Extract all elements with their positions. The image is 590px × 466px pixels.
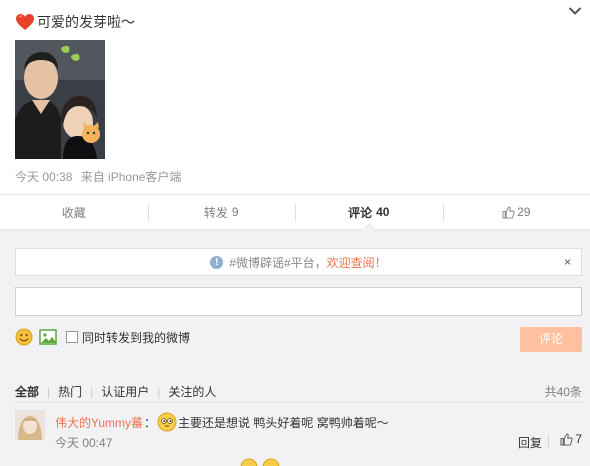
post-photo[interactable]	[15, 40, 105, 159]
comment-username[interactable]: 伟大的Yummy蕃	[55, 414, 143, 431]
comment-body: 伟大的Yummy蕃 ： 主要还是想说 鸭头好着呢 窝鸭帅着呢～	[55, 412, 389, 432]
comment-text: 主要还是想说 鸭头好着呢 窝鸭帅着呢～	[178, 415, 389, 430]
comment-label: 评论	[348, 205, 373, 220]
post-action-bar: 收藏 转发 9 评论 40 29	[0, 194, 590, 230]
forward-checkbox[interactable]	[66, 331, 78, 343]
emoji-icon	[240, 458, 258, 466]
thumbs-up-icon	[560, 432, 573, 446]
post-time[interactable]: 今天 00:38	[15, 170, 72, 184]
divider	[15, 402, 582, 403]
filter-verified[interactable]: 认证用户	[93, 383, 157, 400]
comment-time: 今天 00:47	[55, 436, 113, 450]
comment-input[interactable]	[15, 287, 582, 316]
composer-tools: 同时转发到我的微博	[15, 326, 190, 348]
comment-count: 40	[376, 205, 390, 219]
weibo-post: 可爱的发芽啦～ 今天 00:38 来自 iPhone客户端	[0, 0, 590, 194]
post-text-content: 可爱的发芽啦～	[37, 14, 135, 30]
active-caret	[361, 223, 376, 230]
avatar-image	[15, 410, 45, 440]
info-icon: !	[210, 255, 224, 269]
forward-label: 转发	[203, 205, 228, 220]
filter-all[interactable]: 全部	[15, 383, 47, 400]
like-button[interactable]: 29	[442, 195, 590, 229]
filter-hot[interactable]: 热门	[50, 383, 90, 400]
post-text: 可爱的发芽啦～	[15, 12, 135, 32]
comment-filter-tabs: 全部 | 热门 | 认证用户 | 关注的人	[15, 383, 224, 400]
heart-icon	[16, 14, 34, 30]
emoji-icon	[262, 458, 280, 466]
favorite-label: 收藏	[61, 205, 86, 220]
like-count: 29	[517, 205, 531, 219]
notice-link[interactable]: 欢迎查阅！	[327, 254, 387, 271]
forward-button[interactable]: 转发 9	[147, 195, 296, 229]
comment-like-count: 7	[575, 432, 582, 446]
comment-total: 共40条	[544, 385, 582, 399]
post-source[interactable]: 来自 iPhone客户端	[81, 170, 182, 184]
comment-like-button[interactable]: 7	[548, 432, 582, 447]
comment-item: 伟大的Yummy蕃 ： 主要还是想说 鸭头好着呢 窝鸭帅着呢～ 今天 00:47…	[15, 410, 582, 455]
post-meta: 今天 00:38 来自 iPhone客户端	[15, 168, 186, 185]
image-icon[interactable]	[39, 328, 57, 346]
chevron-down-icon[interactable]	[568, 6, 582, 16]
thumbs-up-icon	[502, 205, 515, 219]
close-icon[interactable]: ×	[564, 255, 571, 269]
favorite-button[interactable]: 收藏	[0, 195, 148, 229]
reply-button[interactable]: 回复	[518, 434, 542, 451]
emoji-icon	[157, 412, 177, 432]
photo-image	[15, 40, 105, 159]
submit-comment-button[interactable]: 评论	[520, 327, 582, 352]
avatar[interactable]	[15, 410, 45, 440]
smiley-icon[interactable]	[15, 328, 33, 346]
rumor-notice: ! #微博辟谣#平台， 欢迎查阅！ ×	[15, 248, 582, 276]
forward-count: 9	[231, 205, 239, 219]
comment-colon: ：	[144, 415, 157, 430]
notice-text: #微博辟谣#平台，	[229, 255, 327, 270]
comment-tab-button[interactable]: 评论 40	[295, 195, 443, 230]
forward-checkbox-label[interactable]: 同时转发到我的微博	[82, 329, 190, 346]
filter-following[interactable]: 关注的人	[160, 383, 224, 400]
comment-panel: ! #微博辟谣#平台， 欢迎查阅！ × 同时转发到我的微博 评论 全部 | 热门…	[0, 230, 590, 466]
